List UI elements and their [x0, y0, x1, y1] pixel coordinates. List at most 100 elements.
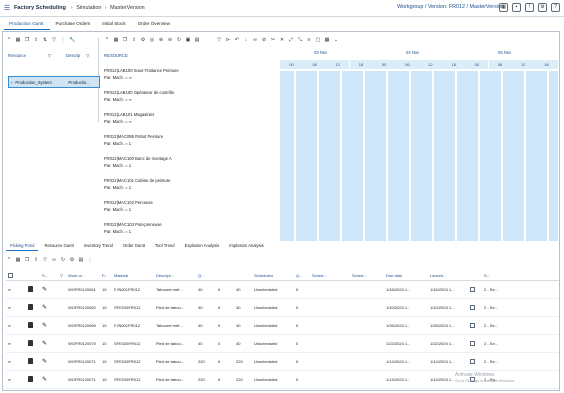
minimize-icon[interactable]: ⤡ [297, 37, 303, 43]
save-icon[interactable]: ▪ [512, 3, 521, 12]
undo-icon[interactable]: ↶ [234, 37, 240, 43]
settings-icon[interactable]: ⚙ [69, 257, 75, 263]
col-header[interactable]: Launch... [428, 273, 468, 278]
edit-icon[interactable]: ✎ [40, 322, 66, 329]
edit-icon[interactable]: ✎ [40, 358, 66, 365]
grid-icon[interactable]: ▦ [324, 37, 330, 43]
lock-icon[interactable] [26, 358, 40, 365]
lock-icon[interactable] [26, 304, 40, 311]
collapse-icon[interactable]: ^ [6, 257, 12, 263]
resource-item[interactable]: FR012|MAC100 Banc de montage A Par. Mach… [104, 156, 277, 169]
row-checkbox[interactable] [468, 322, 482, 329]
tab-tool-trend[interactable]: Tool Trend [151, 242, 179, 251]
col-select[interactable] [6, 272, 26, 279]
resource-item[interactable]: FR012|MAC103 Poinçonneuse Par. Mach. = 1 [104, 222, 277, 235]
tab-explosion-analysis[interactable]: Explosion Analysis [181, 242, 224, 251]
breadcrumb-simulation[interactable]: Simulation [76, 5, 101, 11]
resource-item[interactable]: FR012|LAB100 Sous-Traitance Peinture Par… [104, 68, 277, 81]
col-header[interactable]: Material [112, 273, 154, 278]
resource-item[interactable]: FR012|MAC095 Robot Peinture Par. Mach. =… [104, 134, 277, 147]
drag-handle-icon[interactable]: ═ [6, 305, 26, 310]
alert-icon[interactable]: ! [525, 3, 534, 12]
drag-handle-icon[interactable]: ═ [6, 359, 26, 364]
layers-icon[interactable]: ≡ [306, 37, 312, 43]
tab-production-gantt[interactable]: Production Gantt [4, 18, 51, 30]
col-description[interactable]: Descrip [66, 53, 80, 58]
zoom-out-icon[interactable]: ⊖ [167, 37, 173, 43]
resource-item[interactable]: FR012|LAB100 Opérateur de contrôle Par. … [104, 90, 277, 103]
calendar-icon[interactable]: ▤ [194, 37, 200, 43]
delete-icon[interactable]: ✕ [279, 37, 285, 43]
refresh-icon[interactable]: ↻ [176, 37, 182, 43]
tree-row-production-system[interactable]: › Production_System Productio... [8, 76, 100, 88]
col-header[interactable]: S... [482, 273, 512, 278]
edit-icon[interactable]: ✎ [40, 286, 66, 293]
drag-handle-icon[interactable]: ═ [6, 377, 26, 382]
unlink-icon[interactable]: ⊘ [261, 37, 267, 43]
zoom-in-icon[interactable]: ⊕ [158, 37, 164, 43]
lock-icon[interactable] [26, 286, 40, 293]
row-checkbox[interactable] [468, 358, 482, 365]
gantt-timeline-body[interactable] [280, 71, 558, 241]
resource-item[interactable]: FR012|MAC102 Perceuse Par. Mach. = 1 [104, 200, 277, 213]
col-header[interactable]: Q... [294, 273, 310, 278]
resource-item[interactable]: FR012|LAB101 Magasinier Par. Mach. = ∞ [104, 112, 277, 125]
col-header[interactable]: Due date [384, 273, 428, 278]
link-icon[interactable]: ∞ [252, 37, 258, 43]
chevron-right-icon[interactable]: › [11, 80, 12, 85]
col-header[interactable]: S... [40, 273, 58, 278]
lock-icon[interactable]: ▣ [185, 37, 191, 43]
scissors-icon[interactable]: ✂ [270, 37, 276, 43]
help-icon[interactable]: ? [551, 3, 560, 12]
breadcrumb-version[interactable]: MasterVersion [110, 5, 144, 11]
edit-icon[interactable]: ✎ [40, 304, 66, 311]
fullscreen-icon[interactable]: ⤢ [288, 37, 294, 43]
col-header[interactable]: Sched... [350, 273, 384, 278]
lock-icon[interactable] [26, 340, 40, 347]
table-row[interactable]: ═ ✎ WOFR0120062 10 SFE026FR012 Pied de t… [6, 299, 559, 317]
filter-icon[interactable]: ▽ [86, 53, 89, 58]
col-header[interactable]: Sched... [310, 273, 350, 278]
col-header[interactable]: Scheduled [252, 273, 294, 278]
more-icon[interactable]: ⋮ [87, 257, 93, 263]
box-icon[interactable]: ▢ [315, 37, 321, 43]
grid-icon[interactable]: ▦ [15, 257, 21, 263]
tab-initial-stock[interactable]: Initial Stock [97, 18, 133, 30]
export-icon[interactable]: ⇪ [131, 37, 137, 43]
filter-icon[interactable]: ▽ [48, 53, 66, 58]
target-icon[interactable]: ◎ [149, 37, 155, 43]
table-row[interactable]: ═ ✎ WOFR0120069 10 FJN001FR012 Tabouret … [6, 317, 559, 335]
filter-icon[interactable]: ▽ [58, 273, 66, 278]
tab-resource-gantt[interactable]: Resource Gantt [40, 242, 77, 251]
link-icon[interactable]: ∞ [51, 257, 57, 263]
table-icon[interactable]: ▦ [499, 3, 508, 12]
grid-icon[interactable]: ▦ [113, 37, 119, 43]
col-header[interactable]: P... [100, 273, 112, 278]
edit-icon[interactable]: ✎ [40, 376, 66, 383]
col-header[interactable]: Q... [196, 273, 216, 278]
drag-handle-icon[interactable]: ═ [6, 287, 26, 292]
col-resource[interactable]: Resource [8, 53, 48, 58]
refresh-icon[interactable]: ↻ [60, 257, 66, 263]
filter-icon[interactable]: ▽ [42, 257, 48, 263]
lock-icon[interactable] [26, 322, 40, 329]
table-row[interactable]: ═ ✎ WOFR0120070 10 SFE026FR012 Pied de t… [6, 335, 559, 353]
tab-inventory-trend[interactable]: Inventory Trend [80, 242, 117, 251]
table-row[interactable]: ═ ✎ WOFR0120071 10 SFE026FR012 Pied de t… [6, 353, 559, 371]
table-row[interactable]: ═ ✎ WOFR0120061 10 FJN001FR012 Tabouret … [6, 281, 559, 299]
row-checkbox[interactable] [468, 304, 482, 311]
row-checkbox[interactable] [468, 286, 482, 293]
settings-icon[interactable]: ⚙ [140, 37, 146, 43]
filter-icon[interactable]: ▽ [216, 37, 222, 43]
col-header[interactable]: Descript... [154, 273, 196, 278]
tab-order-gantt[interactable]: Order Gantt [119, 242, 149, 251]
resource-item[interactable]: FR012|MAC101 Cabine de peinture Par. Mac… [104, 178, 277, 191]
checkbox[interactable] [8, 272, 13, 278]
download-icon[interactable]: ↓ [243, 37, 249, 43]
tag-icon[interactable]: ⊳ [225, 37, 231, 43]
lock-icon[interactable] [26, 376, 40, 383]
calendar-icon[interactable]: ▤ [78, 257, 84, 263]
tab-implosion-analysis[interactable]: Implosion Analysis [225, 242, 267, 251]
edit-icon[interactable]: ✎ [40, 340, 66, 347]
tab-purchase-orders[interactable]: Purchase Orders [50, 18, 97, 30]
